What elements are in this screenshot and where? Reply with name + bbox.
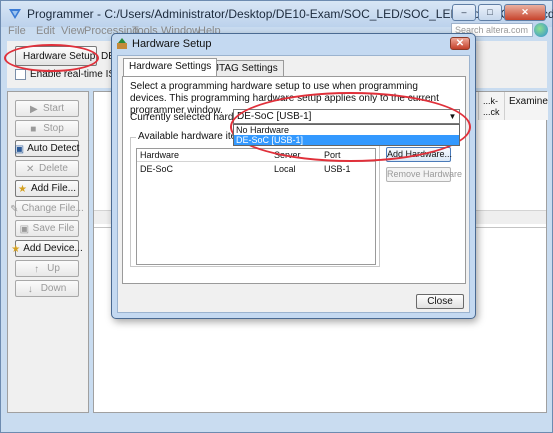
add-file-button[interactable]: ★ Add File... bbox=[15, 180, 79, 197]
maximize-button[interactable]: □ bbox=[478, 4, 502, 21]
start-label: Start bbox=[42, 103, 65, 114]
programmer-app-icon bbox=[9, 9, 21, 19]
dialog-close-action-button[interactable]: Close bbox=[416, 294, 464, 309]
menu-file[interactable]: File bbox=[8, 25, 26, 37]
column-examine-label: Examine bbox=[509, 96, 548, 107]
up-button[interactable]: ↑ Up bbox=[15, 260, 79, 277]
delete-button[interactable]: ✕ Delete bbox=[15, 160, 79, 177]
dialog-close-button[interactable]: ✕ bbox=[450, 37, 470, 50]
isp-checkbox[interactable] bbox=[15, 69, 26, 80]
tab-hardware-settings[interactable]: Hardware Settings bbox=[123, 58, 218, 76]
save-file-icon: ▣ bbox=[19, 223, 30, 235]
add-file-label: Add File... bbox=[30, 183, 77, 194]
auto-detect-icon: ▣ bbox=[14, 143, 25, 155]
hardware-setup-dialog-icon bbox=[117, 38, 127, 49]
row-port[interactable]: USB-1 bbox=[324, 164, 351, 174]
stop-icon: ■ bbox=[30, 123, 37, 135]
row-server[interactable]: Local bbox=[274, 164, 296, 174]
current-hardware-value: DE-SoC [USB-1] bbox=[237, 111, 312, 122]
available-hardware-group: Available hardware items Hardware Server… bbox=[130, 131, 380, 267]
column-examine[interactable]: Examine bbox=[504, 92, 548, 120]
column-checksum-label: ...k- ...ck bbox=[483, 96, 500, 117]
left-button-panel: ▶ Start ■ Stop ▣ Auto Detect ✕ Delete ★ Add F… bbox=[7, 91, 89, 413]
change-file-icon: ✎ bbox=[10, 203, 19, 215]
auto-detect-button[interactable]: ▣ Auto Detect bbox=[15, 140, 79, 157]
hardware-table: Hardware Server Port DE-SoC Local USB-1 bbox=[136, 148, 376, 265]
hardware-dropdown-list: No Hardware DE-SoC [USB-1] bbox=[233, 124, 460, 146]
down-button[interactable]: ↓ Down bbox=[15, 280, 79, 297]
down-label: Down bbox=[40, 283, 67, 294]
down-icon: ↓ bbox=[27, 283, 33, 295]
row-hardware[interactable]: DE-SoC bbox=[140, 164, 173, 174]
add-device-label: Add Device... bbox=[23, 243, 83, 254]
header-hardware[interactable]: Hardware bbox=[140, 150, 179, 160]
close-button[interactable]: ✕ bbox=[504, 4, 546, 21]
current-hardware-select[interactable]: DE-SoC [USB-1] ▼ bbox=[233, 109, 460, 124]
start-icon: ▶ bbox=[29, 103, 38, 115]
auto-detect-label: Auto Detect bbox=[27, 143, 80, 154]
dialog-body: Hardware Settings JTAG Settings Select a… bbox=[117, 55, 470, 313]
menu-edit[interactable]: Edit bbox=[36, 25, 55, 37]
delete-label: Delete bbox=[39, 163, 68, 174]
remove-hardware-button[interactable]: Remove Hardware bbox=[386, 167, 462, 182]
menu-view[interactable]: View bbox=[61, 25, 85, 37]
change-file-label: Change File... bbox=[21, 203, 84, 214]
up-icon: ↑ bbox=[34, 263, 40, 275]
minimize-button[interactable]: – bbox=[452, 4, 476, 21]
stop-button[interactable]: ■ Stop bbox=[15, 120, 79, 137]
add-device-button[interactable]: ★ Add Device... bbox=[11, 240, 83, 257]
add-device-icon: ★ bbox=[11, 243, 21, 255]
header-port[interactable]: Port bbox=[324, 150, 341, 160]
add-hardware-button[interactable]: Add Hardware... bbox=[386, 147, 452, 162]
header-divider bbox=[137, 161, 375, 162]
dropdown-option-de-soc[interactable]: DE-SoC [USB-1] bbox=[234, 135, 459, 145]
globe-icon[interactable] bbox=[534, 23, 548, 37]
header-server[interactable]: Server bbox=[274, 150, 301, 160]
save-file-button[interactable]: ▣ Save File bbox=[15, 220, 79, 237]
hardware-setup-button[interactable]: Hardware Setup... bbox=[15, 46, 97, 66]
dropdown-arrow-icon[interactable]: ▼ bbox=[447, 111, 458, 122]
save-file-label: Save File bbox=[32, 223, 75, 234]
add-file-icon: ★ bbox=[17, 183, 27, 195]
tab-jtag-settings[interactable]: JTAG Settings bbox=[208, 60, 284, 76]
delete-icon: ✕ bbox=[26, 163, 35, 175]
change-file-button[interactable]: ✎ Change File... bbox=[10, 200, 84, 217]
start-button[interactable]: ▶ Start bbox=[15, 100, 79, 117]
hardware-setup-dialog: Hardware Setup ✕ Hardware Settings JTAG … bbox=[111, 33, 476, 319]
hardware-settings-page: Select a programming hardware setup to u… bbox=[122, 76, 466, 284]
hardware-setup-label: Hardware Setup... bbox=[23, 50, 97, 62]
dialog-title: Hardware Setup bbox=[132, 38, 212, 50]
dropdown-option-no-hardware[interactable]: No Hardware bbox=[234, 125, 459, 135]
column-checksum[interactable]: ...k- ...ck bbox=[478, 92, 504, 120]
stop-label: Stop bbox=[43, 123, 64, 134]
up-label: Up bbox=[47, 263, 60, 274]
